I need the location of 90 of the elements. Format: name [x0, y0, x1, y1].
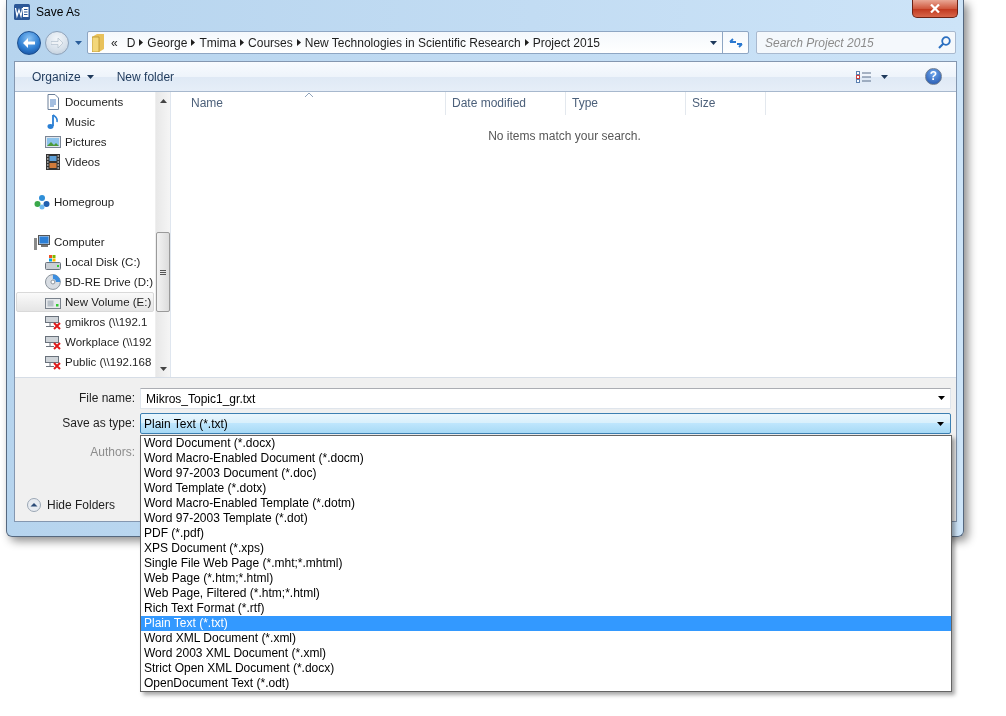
caret-right-icon	[524, 39, 529, 46]
breadcrumb-link[interactable]: Project 2015	[528, 32, 605, 53]
dropdown-option[interactable]: Word Document (*.docx)	[141, 436, 951, 451]
file-name-field[interactable]: Mikros_Topic1_gr.txt	[140, 388, 951, 409]
dropdown-option[interactable]: Word XML Document (*.xml)	[141, 631, 951, 646]
column-header[interactable]: Date modified	[446, 92, 566, 115]
caret-down-icon	[160, 366, 167, 371]
dropdown-option[interactable]: OpenDocument Text (*.odt)	[141, 676, 951, 691]
disconnected-drive-icon	[45, 314, 61, 330]
dropdown-option[interactable]: Single File Web Page (*.mht;*.mhtml)	[141, 556, 951, 571]
film-strip-icon	[45, 154, 61, 170]
sidebar-item[interactable]: Documents	[16, 92, 154, 112]
dropdown-option[interactable]: Word 97-2003 Template (*.dot)	[141, 511, 951, 526]
sidebar-item[interactable]: BD-RE Drive (D:)	[16, 272, 154, 292]
sidebar-item[interactable]: Pictures	[16, 132, 154, 152]
dropdown-option[interactable]: Word Macro-Enabled Template (*.dotm)	[141, 496, 951, 511]
field-label: Authors:	[90, 444, 135, 461]
picture-icon	[45, 134, 61, 150]
sidebar-item[interactable]: Workplace (\\192	[16, 332, 154, 352]
dropdown-option[interactable]: PDF (*.pdf)	[141, 526, 951, 541]
disconnected-drive-icon	[45, 334, 61, 350]
dropdown-option[interactable]: Word Template (*.dotx)	[141, 481, 951, 496]
column-header[interactable]: Size	[686, 92, 766, 115]
folder-icon	[92, 33, 104, 52]
grip-icon	[160, 269, 166, 275]
homegroup-icon	[34, 194, 50, 210]
breadcrumb-link[interactable]: New Technologies in Scientific Research	[300, 32, 525, 53]
dropdown-option[interactable]: Web Page, Filtered (*.htm;*.html)	[141, 586, 951, 601]
column-header[interactable]: Type	[566, 92, 686, 115]
sidebar-item[interactable]: Local Disk (C:)	[16, 252, 154, 272]
caret-right-icon	[296, 39, 301, 46]
dropdown-option[interactable]: XPS Document (*.xps)	[141, 541, 951, 556]
dropdown-option[interactable]: Word Macro-Enabled Document (*.docm)	[141, 451, 951, 466]
field-label: File name:	[78, 390, 135, 407]
caret-right-icon	[139, 39, 144, 46]
search-field[interactable]: Search Project 2015	[756, 31, 956, 54]
collapse-icon	[27, 498, 41, 512]
caret-down-icon	[937, 421, 944, 426]
close-icon	[930, 4, 940, 13]
breadcrumb-link[interactable]: Tmima	[195, 32, 241, 53]
caret-right-icon	[191, 39, 196, 46]
dropdown-option[interactable]: Strict Open XML Document (*.docx)	[141, 661, 951, 676]
caret-down-icon	[86, 74, 94, 79]
sidebar-item[interactable]: gmikros (\\192.1	[16, 312, 154, 332]
caret-right-icon	[240, 39, 245, 46]
caret-down-icon	[709, 40, 717, 45]
refresh-icon	[728, 36, 743, 49]
sidebar-item[interactable]: Music	[16, 112, 154, 132]
new-folder-button[interactable]: New folder	[109, 65, 182, 88]
caret-down-icon	[74, 40, 82, 45]
sidebar-item[interactable]: Computer	[16, 232, 154, 252]
dropdown-option[interactable]: Word 97-2003 Document (*.doc)	[141, 466, 951, 481]
view-list-icon	[856, 70, 871, 83]
caret-down-icon	[881, 74, 888, 79]
sort-caret-icon	[305, 93, 313, 97]
hide-folders-button[interactable]: Hide Folders	[23, 495, 120, 515]
window-title: Save As	[36, 5, 81, 19]
hard-drive-icon	[45, 254, 61, 270]
address-bar[interactable]: « D George Tmima Courses New Technologies in Scientific Research Project 2015	[87, 31, 749, 54]
sidebar-item[interactable]: Videos	[16, 152, 154, 172]
file-type-dropdown[interactable]: Plain Text (*.txt)	[140, 413, 951, 434]
back-button[interactable]	[17, 30, 41, 55]
breadcrumb-link[interactable]: D	[122, 32, 140, 53]
disconnected-drive-icon	[45, 354, 61, 370]
breadcrumb-link[interactable]: George	[143, 32, 192, 53]
arrow-right-icon	[51, 37, 63, 48]
computer-icon	[34, 234, 50, 250]
arrow-left-icon	[23, 37, 35, 48]
dropdown-option[interactable]: Word 2003 XML Document (*.xml)	[141, 646, 951, 661]
search-icon	[938, 36, 951, 49]
empty-message: No items match your search.	[488, 129, 641, 143]
organize-button[interactable]: Organize	[25, 65, 101, 88]
app-icon	[14, 4, 30, 20]
caret-down-icon	[938, 396, 945, 400]
music-note-icon	[45, 114, 61, 130]
document-icon	[45, 94, 61, 110]
caret-up-icon	[160, 98, 167, 103]
sidebar-item[interactable]: Public (\\192.168	[16, 352, 154, 372]
disc-icon	[45, 274, 61, 290]
close-button[interactable]	[912, 0, 958, 18]
overflow-button[interactable]: «	[104, 32, 123, 53]
sidebar-item[interactable]: Homegroup	[16, 192, 154, 212]
scrollbar-thumb[interactable]	[156, 232, 170, 312]
breadcrumb-link[interactable]: Courses	[244, 32, 297, 53]
field-label: Save as type:	[62, 415, 135, 432]
dropdown-option[interactable]: Rich Text Format (*.rtf)	[141, 601, 951, 616]
sidebar-item[interactable]: New Volume (E:)	[16, 292, 154, 312]
dropdown-option[interactable]: Web Page (*.htm;*.html)	[141, 571, 951, 586]
column-header[interactable]: Name	[173, 92, 446, 115]
scrollbar-track[interactable]	[155, 92, 170, 377]
